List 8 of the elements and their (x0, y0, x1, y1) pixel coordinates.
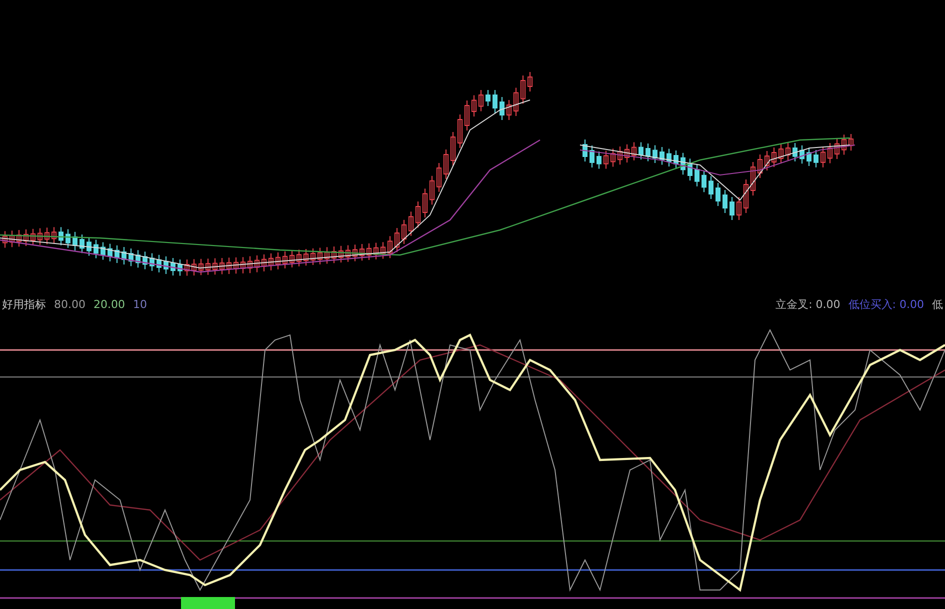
signal-value: 立金叉: 0.00 (776, 296, 840, 312)
indicator-value: 10 (133, 298, 147, 310)
indicator-value: 20.00 (94, 298, 125, 310)
signal-bar (181, 597, 235, 609)
signal-value: 低位买入: 0.00 (848, 296, 924, 312)
indicator-value: 80.00 (54, 298, 86, 310)
indicator-name: 好用指标 (2, 296, 46, 312)
signal-value: 低 (932, 296, 943, 312)
